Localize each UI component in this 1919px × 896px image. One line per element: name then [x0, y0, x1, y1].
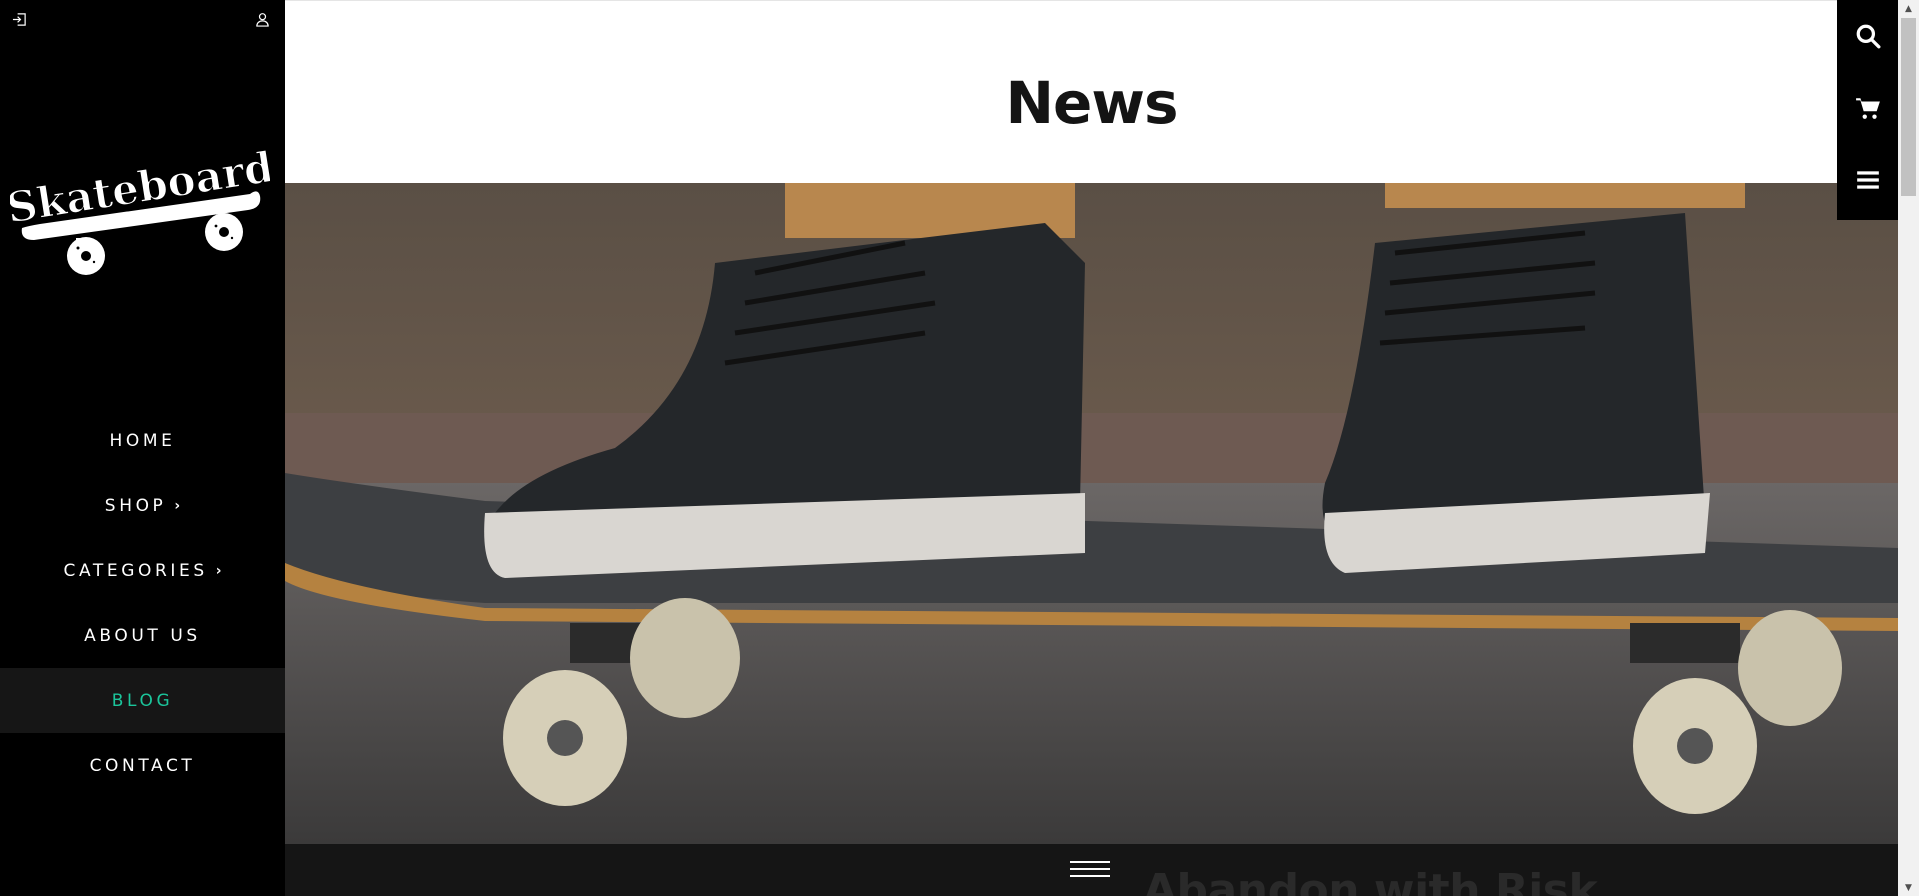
page-title: News: [1005, 69, 1179, 137]
nav-label-shop: SHOP: [104, 495, 167, 516]
sidebar: Skateboard HOME SHOP › CATEGORIES › ABOU…: [0, 0, 285, 896]
main-content: News Abandon with Risk: [285, 0, 1898, 896]
menu-icon[interactable]: [1837, 144, 1899, 216]
nav-item-contact[interactable]: CONTACT: [0, 733, 285, 798]
post-header-bar: Abandon with Risk: [285, 844, 1898, 896]
nav-item-shop[interactable]: SHOP ›: [0, 473, 285, 538]
page-scrollbar[interactable]: ▲ ▼: [1898, 0, 1919, 896]
main-nav: HOME SHOP › CATEGORIES › ABOUT US BLOG C…: [0, 408, 285, 798]
nav-item-blog[interactable]: BLOG: [0, 668, 285, 733]
scrollbar-thumb[interactable]: [1901, 18, 1916, 196]
nav-label-contact: CONTACT: [89, 755, 196, 776]
chevron-right-icon: ›: [174, 497, 181, 514]
nav-label-categories: CATEGORIES: [63, 560, 208, 581]
menu-toggle-icon[interactable]: [1070, 861, 1112, 881]
post-title[interactable]: Abandon with Risk: [1143, 865, 1598, 896]
scroll-down-arrow-icon[interactable]: ▼: [1898, 879, 1919, 896]
login-icon[interactable]: [9, 9, 29, 29]
nav-label-blog: BLOG: [111, 690, 174, 711]
nav-item-categories[interactable]: CATEGORIES ›: [0, 538, 285, 603]
chevron-right-icon: ›: [215, 562, 222, 579]
nav-item-about-us[interactable]: ABOUT US: [0, 603, 285, 668]
cart-icon[interactable]: [1837, 72, 1899, 144]
user-icon[interactable]: [252, 9, 272, 29]
floating-toolbar: [1837, 0, 1899, 220]
hero-image: [285, 183, 1898, 844]
scroll-up-arrow-icon[interactable]: ▲: [1898, 0, 1919, 17]
site-logo[interactable]: Skateboard: [3, 128, 277, 288]
search-icon[interactable]: [1837, 0, 1899, 72]
nav-label-about-us: ABOUT US: [84, 625, 201, 646]
nav-label-home: HOME: [109, 430, 176, 451]
nav-item-home[interactable]: HOME: [0, 408, 285, 473]
